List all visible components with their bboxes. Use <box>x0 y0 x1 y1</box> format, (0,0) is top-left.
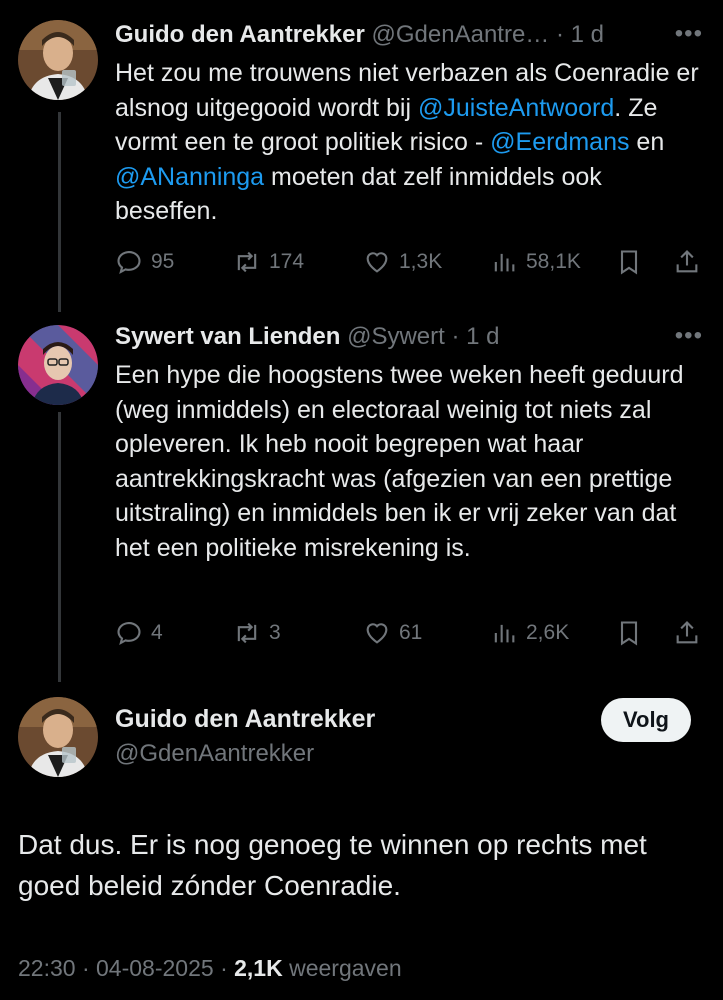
share-icon <box>676 621 698 644</box>
views-count: 2,6K <box>526 621 570 644</box>
bookmark-button[interactable] <box>615 247 643 277</box>
tweet-time[interactable]: 1 d <box>466 323 499 350</box>
reply-button[interactable]: 4 <box>115 618 163 648</box>
tweet-text: Het zou me trouwens niet verbazen als Co… <box>115 56 699 229</box>
avatar[interactable] <box>18 325 98 405</box>
tweet-actions: 95 174 1,3K 58,1K <box>115 247 703 277</box>
mention-link[interactable]: @JuisteAntwoord <box>418 94 614 122</box>
separator: · <box>451 323 460 350</box>
repost-button[interactable]: 174 <box>233 247 304 277</box>
separator: · <box>220 955 228 981</box>
bookmark-icon <box>620 621 638 646</box>
reply-icon <box>117 622 141 645</box>
tweet-date[interactable]: 04-08-2025 <box>96 955 214 981</box>
mention-link[interactable]: @ANanninga <box>115 163 264 191</box>
views-icon <box>494 253 515 272</box>
share-button[interactable] <box>673 618 701 648</box>
share-icon <box>676 250 698 273</box>
repost-icon <box>237 251 257 273</box>
tweet-text: Een hype die hoogstens twee weken heeft … <box>115 358 699 565</box>
avatar[interactable] <box>18 697 98 777</box>
author-name[interactable]: Sywert van Lienden <box>115 323 340 350</box>
text-segment: Een hype die hoogstens twee weken heeft … <box>115 361 684 562</box>
tweet-header: Guido den Aantrekker @GdenAantre… · 1 d <box>115 20 693 50</box>
mention-link[interactable]: @Eerdmans <box>490 128 629 156</box>
thread-connector <box>58 112 61 312</box>
text-segment: en <box>629 128 665 156</box>
tweet-actions: 4 3 61 2,6K <box>115 618 703 648</box>
reply-count: 95 <box>151 250 175 273</box>
reply-button[interactable]: 95 <box>115 247 174 277</box>
views-count: 2,1K <box>234 955 283 981</box>
author-handle[interactable]: @GdenAantrekker <box>115 740 314 768</box>
repost-icon <box>237 622 257 644</box>
more-icon[interactable]: ••• <box>675 20 703 48</box>
like-count: 61 <box>399 621 423 644</box>
avatar[interactable] <box>18 20 98 100</box>
like-button[interactable]: 61 <box>363 618 422 648</box>
heart-icon <box>366 252 388 273</box>
tweet-header: Sywert van Lienden @Sywert · 1 d <box>115 322 693 352</box>
tweet-meta: 22:30 · 04-08-2025 · 2,1K weergaven <box>18 955 402 982</box>
heart-icon <box>366 623 388 644</box>
tweet-time[interactable]: 22:30 <box>18 955 76 981</box>
reply-count: 4 <box>151 621 163 644</box>
views-icon <box>494 624 515 643</box>
author-name[interactable]: Guido den Aantrekker <box>115 705 375 734</box>
author-handle[interactable]: @Sywert <box>347 323 445 350</box>
bookmark-button[interactable] <box>615 618 643 648</box>
follow-button[interactable]: Volg <box>600 698 691 742</box>
separator: · <box>555 21 564 48</box>
views-button[interactable]: 2,6K <box>490 618 569 648</box>
bookmark-icon <box>620 250 638 275</box>
thread-connector <box>58 412 61 682</box>
repost-count: 174 <box>269 250 305 273</box>
views-count: 58,1K <box>526 250 581 273</box>
repost-button[interactable]: 3 <box>233 618 281 648</box>
like-count: 1,3K <box>399 250 443 273</box>
tweet-text: Dat dus. Er is nog genoeg te winnen op r… <box>18 829 647 901</box>
author-handle[interactable]: @GdenAantre… <box>372 21 550 48</box>
share-button[interactable] <box>673 247 701 277</box>
more-icon[interactable]: ••• <box>675 322 703 350</box>
views-label: weergaven <box>289 955 402 981</box>
like-button[interactable]: 1,3K <box>363 247 442 277</box>
repost-count: 3 <box>269 621 281 644</box>
reply-icon <box>117 251 141 274</box>
separator: · <box>81 955 90 981</box>
tweet-time[interactable]: 1 d <box>571 21 604 48</box>
author-name[interactable]: Guido den Aantrekker <box>115 21 365 48</box>
views-button[interactable]: 58,1K <box>490 247 581 277</box>
